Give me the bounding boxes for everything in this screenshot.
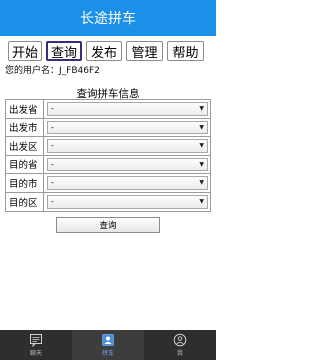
departure-district-select[interactable]: - ▼ xyxy=(47,139,208,153)
dropdown-arrow-icon: ▼ xyxy=(199,198,204,206)
form-row-destination-province: 目的省 - ▼ xyxy=(6,155,210,174)
title-bar: 长途拼车 xyxy=(0,0,216,36)
field-label: 出发省 xyxy=(6,100,44,118)
nav-button-query[interactable]: 查询 xyxy=(46,41,82,61)
destination-province-select[interactable]: - ▼ xyxy=(47,157,208,171)
select-value: - xyxy=(51,197,54,207)
form-row-departure-city: 出发市 - ▼ xyxy=(6,118,210,137)
app-window: 长途拼车 开始 查询 发布 管理 帮助 您的用户名：J_FB46F2 查询拼车信… xyxy=(0,0,216,360)
form-row-destination-city: 目的市 - ▼ xyxy=(6,174,210,193)
dropdown-arrow-icon: ▼ xyxy=(199,105,204,113)
username-text: 您的用户名：J_FB46F2 xyxy=(5,66,100,76)
tab-label: 聊天 xyxy=(29,350,42,357)
select-value: - xyxy=(51,104,54,114)
select-value: - xyxy=(51,141,54,151)
tab-label: 拼车 xyxy=(101,350,114,357)
bottom-tab-bar: 聊天 拼车 我 xyxy=(0,330,216,360)
dropdown-arrow-icon: ▼ xyxy=(199,179,204,187)
nav-button-publish[interactable]: 发布 xyxy=(86,41,122,61)
chat-icon xyxy=(30,334,42,347)
dropdown-arrow-icon: ▼ xyxy=(199,123,204,131)
nav-button-row: 开始 查询 发布 管理 帮助 xyxy=(8,41,208,61)
user-card-icon xyxy=(102,334,114,346)
destination-district-select[interactable]: - ▼ xyxy=(47,194,208,209)
departure-city-select[interactable]: - ▼ xyxy=(47,120,208,134)
nav-button-manage[interactable]: 管理 xyxy=(126,41,163,61)
nav-button-help[interactable]: 帮助 xyxy=(167,41,204,61)
field-label: 出发区 xyxy=(6,137,44,155)
form-row-destination-district: 目的区 - ▼ xyxy=(6,192,210,211)
destination-city-select[interactable]: - ▼ xyxy=(47,176,208,190)
tab-carpool[interactable]: 拼车 xyxy=(72,330,144,360)
field-label: 目的省 xyxy=(6,155,44,173)
tab-me[interactable]: 我 xyxy=(144,330,216,360)
tab-label: 我 xyxy=(176,350,183,357)
select-value: - xyxy=(51,122,54,132)
select-value: - xyxy=(51,159,54,169)
departure-province-select[interactable]: - ▼ xyxy=(47,102,208,116)
page-title: 长途拼车 xyxy=(80,11,136,27)
select-value: - xyxy=(51,178,54,188)
field-label: 出发市 xyxy=(6,118,44,136)
dropdown-arrow-icon: ▼ xyxy=(199,142,204,150)
query-form: 出发省 - ▼ 出发市 - ▼ 出发区 - ▼ 目的省 - ▼ 目的市 - ▼ … xyxy=(5,99,211,212)
field-label: 目的市 xyxy=(6,174,44,192)
person-icon xyxy=(173,333,187,347)
query-submit-button[interactable]: 查询 xyxy=(56,217,160,233)
tab-chat[interactable]: 聊天 xyxy=(0,330,72,360)
nav-button-start[interactable]: 开始 xyxy=(8,41,42,61)
form-row-departure-province: 出发省 - ▼ xyxy=(6,100,210,119)
dropdown-arrow-icon: ▼ xyxy=(199,160,204,168)
field-label: 目的区 xyxy=(6,192,44,211)
form-row-departure-district: 出发区 - ▼ xyxy=(6,137,210,156)
